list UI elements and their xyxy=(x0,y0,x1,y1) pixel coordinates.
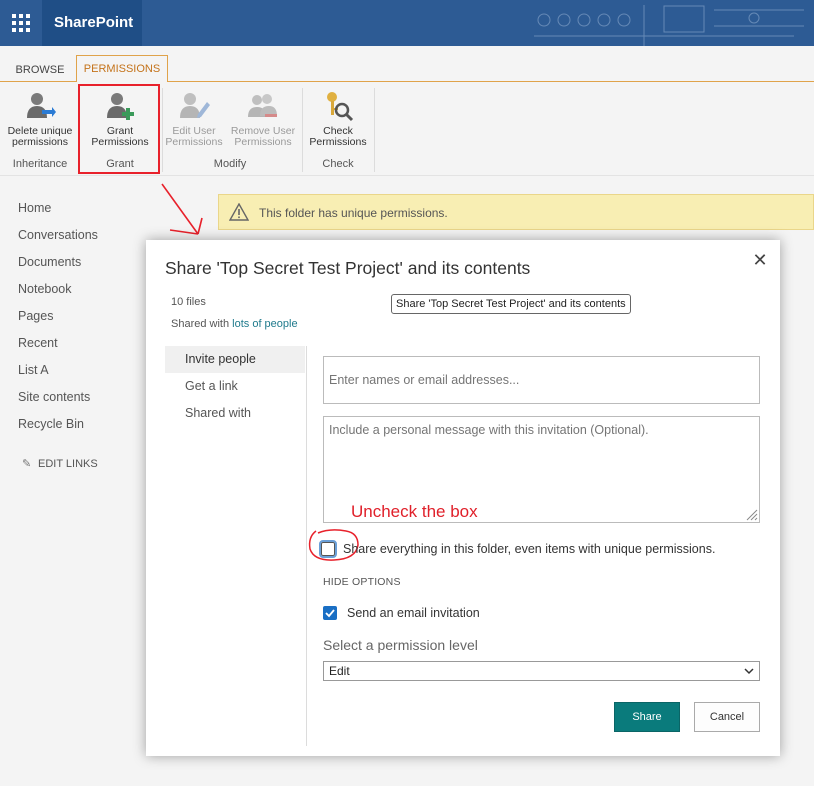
tab-shared-with[interactable]: Shared with xyxy=(165,400,305,427)
share-side-tabs: Invite people Get a link Shared with xyxy=(165,346,305,427)
nav-item-documents[interactable]: Documents xyxy=(18,254,98,281)
delete-unique-label-2: permissions xyxy=(11,136,69,148)
nav-item-pages[interactable]: Pages xyxy=(18,308,98,335)
shared-with-summary: Shared with lots of people xyxy=(171,318,298,330)
close-icon[interactable]: ✕ xyxy=(750,250,770,270)
permission-level-select[interactable]: Edit xyxy=(323,661,760,681)
tab-get-a-link[interactable]: Get a link xyxy=(165,373,305,400)
send-email-label: Send an email invitation xyxy=(347,606,480,620)
edit-permissions-icon xyxy=(180,93,210,118)
left-navigation: Home Conversations Documents Notebook Pa… xyxy=(18,200,98,443)
warning-text: This folder has unique permissions. xyxy=(259,206,448,220)
check-permissions-button[interactable]: Check Permissions xyxy=(304,90,372,148)
nav-item-home[interactable]: Home xyxy=(18,200,98,227)
check-label-2: Permissions xyxy=(309,136,367,148)
grant-highlight-annotation xyxy=(78,84,160,174)
header-blueprint-decoration xyxy=(534,5,804,46)
cancel-button[interactable]: Cancel xyxy=(694,702,760,732)
share-dialog: Share 'Top Secret Test Project' and its … xyxy=(146,240,780,756)
remove-user-label-2: Permissions xyxy=(234,136,292,148)
title-tooltip: Share 'Top Secret Test Project' and its … xyxy=(391,294,631,314)
shared-with-prefix: Shared with xyxy=(171,318,230,330)
unique-permissions-warning: This folder has unique permissions. xyxy=(218,194,814,230)
suite-bar: SharePoint xyxy=(0,0,814,46)
hide-options-link[interactable]: HIDE OPTIONS xyxy=(323,576,401,588)
tab-invite-people[interactable]: Invite people xyxy=(165,346,305,373)
check-permissions-icon xyxy=(327,92,354,122)
send-email-checkbox[interactable] xyxy=(323,606,337,620)
edit-user-label-2: Permissions xyxy=(165,136,223,148)
remove-permissions-icon xyxy=(248,94,277,117)
share-everything-checkbox[interactable] xyxy=(319,540,337,558)
share-everything-label: Share everything in this folder, even it… xyxy=(343,542,716,556)
nav-item-recent[interactable]: Recent xyxy=(18,335,98,362)
permission-level-value: Edit xyxy=(329,664,350,678)
delete-unique-permissions-button[interactable]: Delete unique permissions xyxy=(2,90,78,148)
nav-item-recycle-bin[interactable]: Recycle Bin xyxy=(18,416,98,443)
nav-item-conversations[interactable]: Conversations xyxy=(18,227,98,254)
nav-item-site-contents[interactable]: Site contents xyxy=(18,389,98,416)
tab-browse[interactable]: BROWSE xyxy=(8,58,72,82)
group-modify-label: Modify xyxy=(213,158,247,170)
brand-name[interactable]: SharePoint xyxy=(54,14,133,31)
ribbon-divider xyxy=(374,88,375,172)
warning-icon xyxy=(229,203,249,221)
pencil-icon: ✎ xyxy=(22,458,32,470)
chevron-down-icon xyxy=(744,668,754,675)
permission-level-label: Select a permission level xyxy=(323,637,478,653)
edit-links-label: EDIT LINKS xyxy=(38,458,98,470)
shared-with-link[interactable]: lots of people xyxy=(232,318,297,330)
red-arrow-annotation xyxy=(161,183,203,235)
edit-links-button[interactable]: ✎ EDIT LINKS xyxy=(22,457,98,470)
app-launcher-icon[interactable] xyxy=(12,14,30,32)
remove-user-permissions-button[interactable]: Remove User Permissions xyxy=(228,90,298,148)
ribbon-divider xyxy=(302,88,303,172)
uncheck-annotation-text: Uncheck the box xyxy=(351,502,478,521)
names-input[interactable] xyxy=(323,356,760,404)
dialog-title: Share 'Top Secret Test Project' and its … xyxy=(165,258,531,278)
ribbon-tabs: BROWSE PERMISSIONS xyxy=(0,46,814,83)
share-button[interactable]: Share xyxy=(614,702,680,732)
group-check-label: Check xyxy=(322,158,354,170)
tab-permissions[interactable]: PERMISSIONS xyxy=(76,55,168,83)
group-inheritance-label: Inheritance xyxy=(12,158,68,170)
files-count: 10 files xyxy=(171,296,206,308)
nav-item-list-a[interactable]: List A xyxy=(18,362,98,389)
nav-item-notebook[interactable]: Notebook xyxy=(18,281,98,308)
resize-grip-icon[interactable] xyxy=(745,508,758,521)
edit-user-permissions-button[interactable]: Edit User Permissions xyxy=(162,90,226,148)
checkmark-icon xyxy=(325,609,335,618)
delete-permissions-icon xyxy=(27,93,56,118)
